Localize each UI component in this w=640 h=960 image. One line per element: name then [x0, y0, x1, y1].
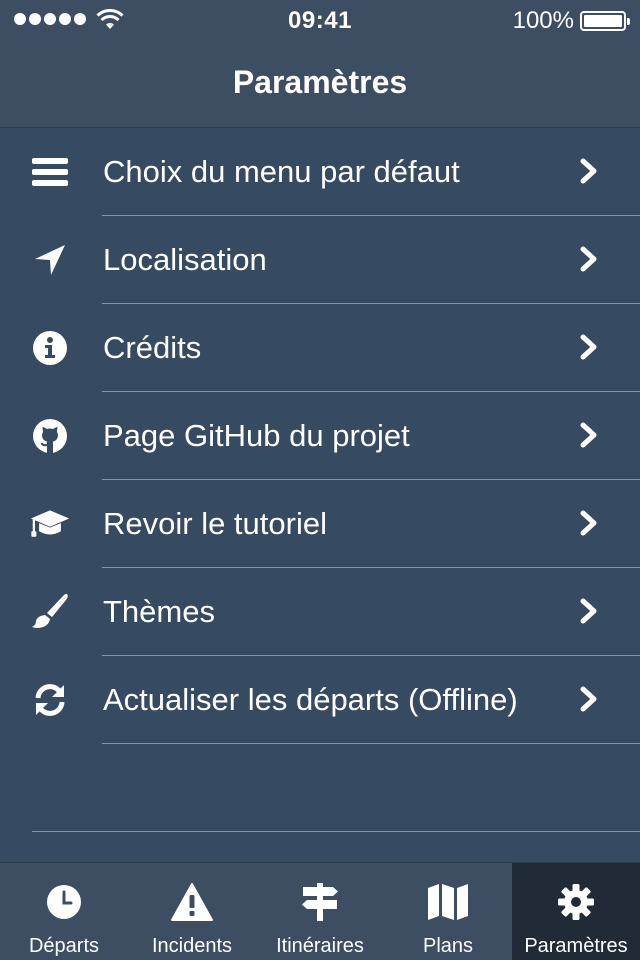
tab-itineraires[interactable]: Itinéraires — [256, 863, 384, 960]
chevron-right-icon — [580, 158, 597, 184]
tab-incidents[interactable]: Incidents — [128, 863, 256, 960]
settings-item-label: Revoir le tutoriel — [103, 506, 327, 541]
settings-item-location[interactable]: Localisation — [0, 216, 640, 304]
settings-item-default-menu[interactable]: Choix du menu par défaut — [0, 128, 640, 216]
settings-item-label: Actualiser les départs (Offline) — [103, 682, 518, 717]
settings-item-label: Crédits — [103, 330, 202, 365]
battery-icon — [580, 11, 630, 31]
settings-item-tutorial[interactable]: Revoir le tutoriel — [0, 480, 640, 568]
tab-parametres[interactable]: Paramètres — [512, 863, 640, 960]
settings-item-label: Page GitHub du projet — [103, 418, 410, 453]
settings-item-refresh-offline[interactable]: Actualiser les départs (Offline) — [0, 656, 640, 744]
settings-list: Choix du menu par défaut Localisation Cr… — [0, 128, 640, 744]
tab-plans[interactable]: Plans — [384, 863, 512, 960]
chevron-right-icon — [580, 422, 597, 448]
chevron-right-icon — [580, 686, 597, 712]
tab-label: Départs — [28, 935, 100, 957]
tab-bar: Départs Incidents Itinéraires Plans Para… — [0, 862, 640, 960]
page-title: Paramètres — [232, 64, 408, 100]
gear-icon — [512, 881, 640, 923]
settings-item-label: Thèmes — [103, 594, 215, 629]
chevron-right-icon — [580, 334, 597, 360]
settings-item-credits[interactable]: Crédits — [0, 304, 640, 392]
info-icon — [30, 330, 70, 366]
battery-percentage: 100% — [512, 7, 574, 34]
settings-item-themes[interactable]: Thèmes — [0, 568, 640, 656]
warning-icon — [128, 881, 256, 923]
tab-label: Itinéraires — [276, 935, 364, 957]
settings-item-github[interactable]: Page GitHub du projet — [0, 392, 640, 480]
refresh-icon — [30, 682, 70, 718]
chevron-right-icon — [580, 510, 597, 536]
menu-icon — [30, 154, 70, 190]
settings-item-label: Localisation — [103, 242, 267, 277]
navigation-bar: Paramètres — [0, 40, 640, 128]
signpost-icon — [256, 881, 384, 923]
chevron-right-icon — [580, 598, 597, 624]
clock-icon — [0, 881, 128, 923]
tab-label: Plans — [422, 935, 474, 957]
status-bar: 09:41 100% — [0, 0, 640, 40]
settings-item-label: Choix du menu par défaut — [103, 154, 460, 189]
paintbrush-icon — [30, 593, 70, 630]
chevron-right-icon — [580, 246, 597, 272]
tab-departs[interactable]: Départs — [0, 863, 128, 960]
location-arrow-icon — [30, 242, 70, 278]
graduation-cap-icon — [30, 506, 70, 542]
divider — [32, 831, 640, 832]
tab-label: Incidents — [151, 935, 233, 957]
map-icon — [384, 881, 512, 923]
github-icon — [30, 418, 70, 454]
divider — [102, 743, 640, 744]
tab-label: Paramètres — [524, 935, 628, 957]
